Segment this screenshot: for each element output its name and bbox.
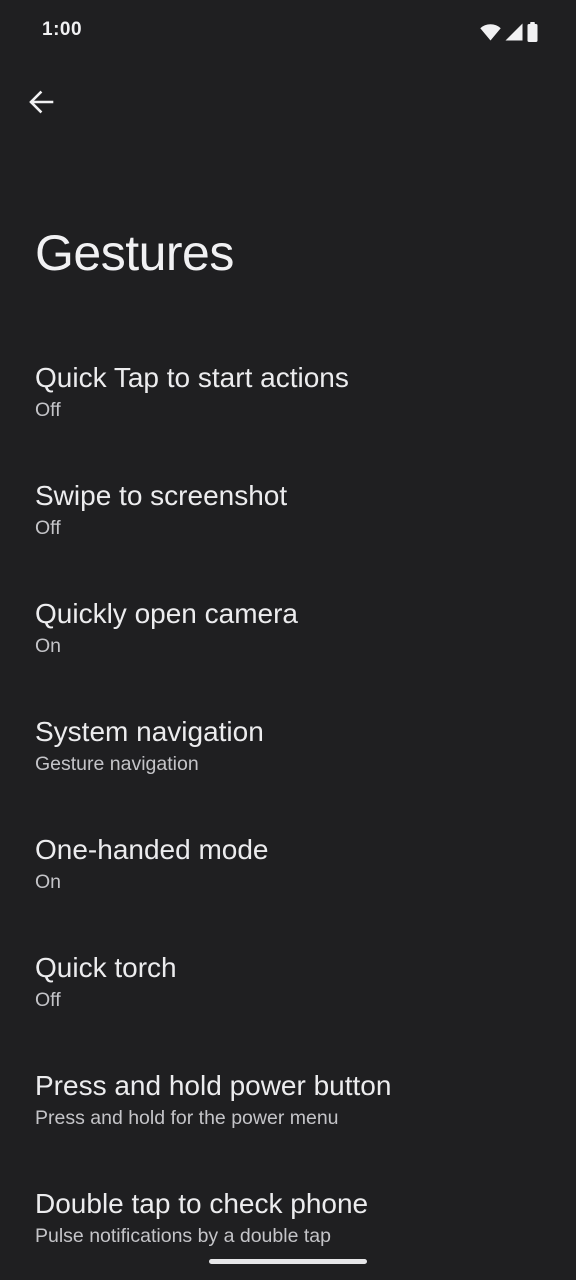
- setting-quick-torch[interactable]: Quick torch Off: [0, 923, 576, 1041]
- status-time: 1:00: [42, 19, 83, 40]
- back-button[interactable]: [17, 78, 65, 126]
- setting-summary: Off: [35, 989, 61, 1011]
- setting-one-handed-mode[interactable]: One-handed mode On: [0, 805, 576, 923]
- setting-system-navigation[interactable]: System navigation Gesture navigation: [0, 687, 576, 805]
- signal-icon: [505, 23, 523, 41]
- setting-summary: Gesture navigation: [35, 753, 199, 775]
- setting-press-and-hold-power[interactable]: Press and hold power button Press and ho…: [0, 1041, 576, 1159]
- arrow-back-icon: [28, 89, 54, 115]
- gesture-nav-handle[interactable]: [209, 1259, 367, 1264]
- setting-summary: Pulse notifications by a double tap: [35, 1225, 331, 1247]
- page-title: Gestures: [35, 225, 234, 281]
- status-bar: 1:00: [0, 0, 576, 64]
- setting-title: System navigation: [35, 716, 264, 747]
- status-icons: [480, 21, 538, 43]
- setting-swipe-to-screenshot[interactable]: Swipe to screenshot Off: [0, 451, 576, 569]
- setting-title: Quick torch: [35, 952, 177, 983]
- setting-title: Swipe to screenshot: [35, 480, 288, 511]
- setting-title: Double tap to check phone: [35, 1188, 369, 1219]
- setting-summary: Off: [35, 517, 61, 539]
- setting-title: Quickly open camera: [35, 598, 299, 629]
- settings-list: Quick Tap to start actions Off Swipe to …: [0, 333, 576, 1277]
- setting-title: Quick Tap to start actions: [35, 362, 349, 393]
- setting-quickly-open-camera[interactable]: Quickly open camera On: [0, 569, 576, 687]
- setting-summary: On: [35, 871, 62, 893]
- battery-icon: [527, 22, 538, 42]
- setting-summary: Off: [35, 399, 61, 421]
- setting-quick-tap[interactable]: Quick Tap to start actions Off: [0, 333, 576, 451]
- setting-title: One-handed mode: [35, 834, 269, 865]
- setting-summary: On: [35, 635, 62, 657]
- wifi-icon: [480, 23, 501, 41]
- setting-title: Press and hold power button: [35, 1070, 392, 1101]
- setting-summary: Press and hold for the power menu: [35, 1107, 339, 1129]
